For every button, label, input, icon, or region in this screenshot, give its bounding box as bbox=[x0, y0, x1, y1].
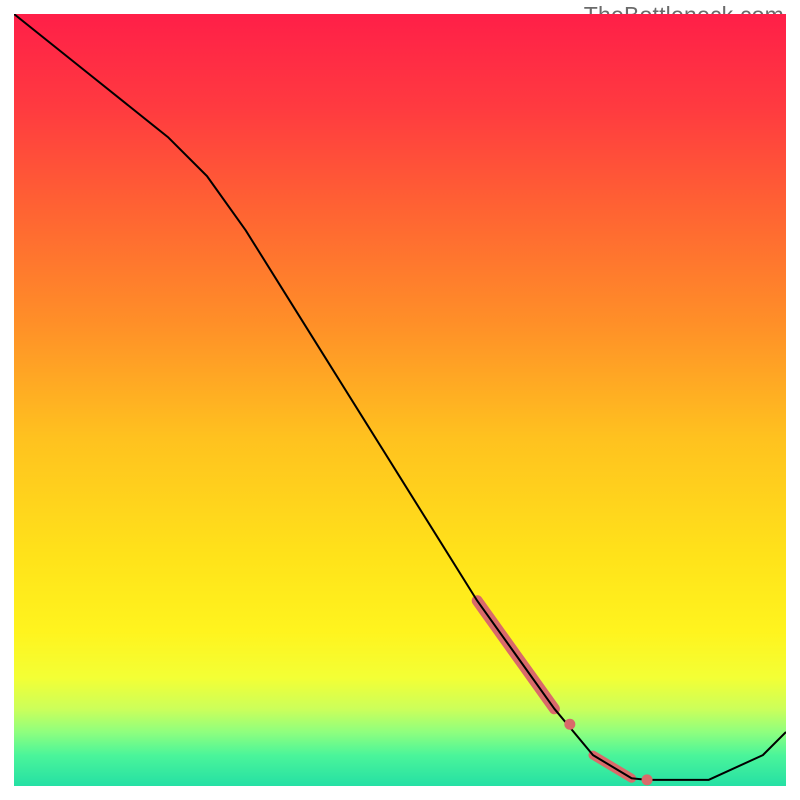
dot-flat-point bbox=[642, 774, 653, 785]
series-main-curve bbox=[14, 14, 786, 780]
plot-area bbox=[14, 14, 786, 786]
dot-upper-break bbox=[564, 719, 575, 730]
chart-root: TheBottleneck.com bbox=[0, 0, 800, 800]
data-layer bbox=[14, 14, 786, 786]
